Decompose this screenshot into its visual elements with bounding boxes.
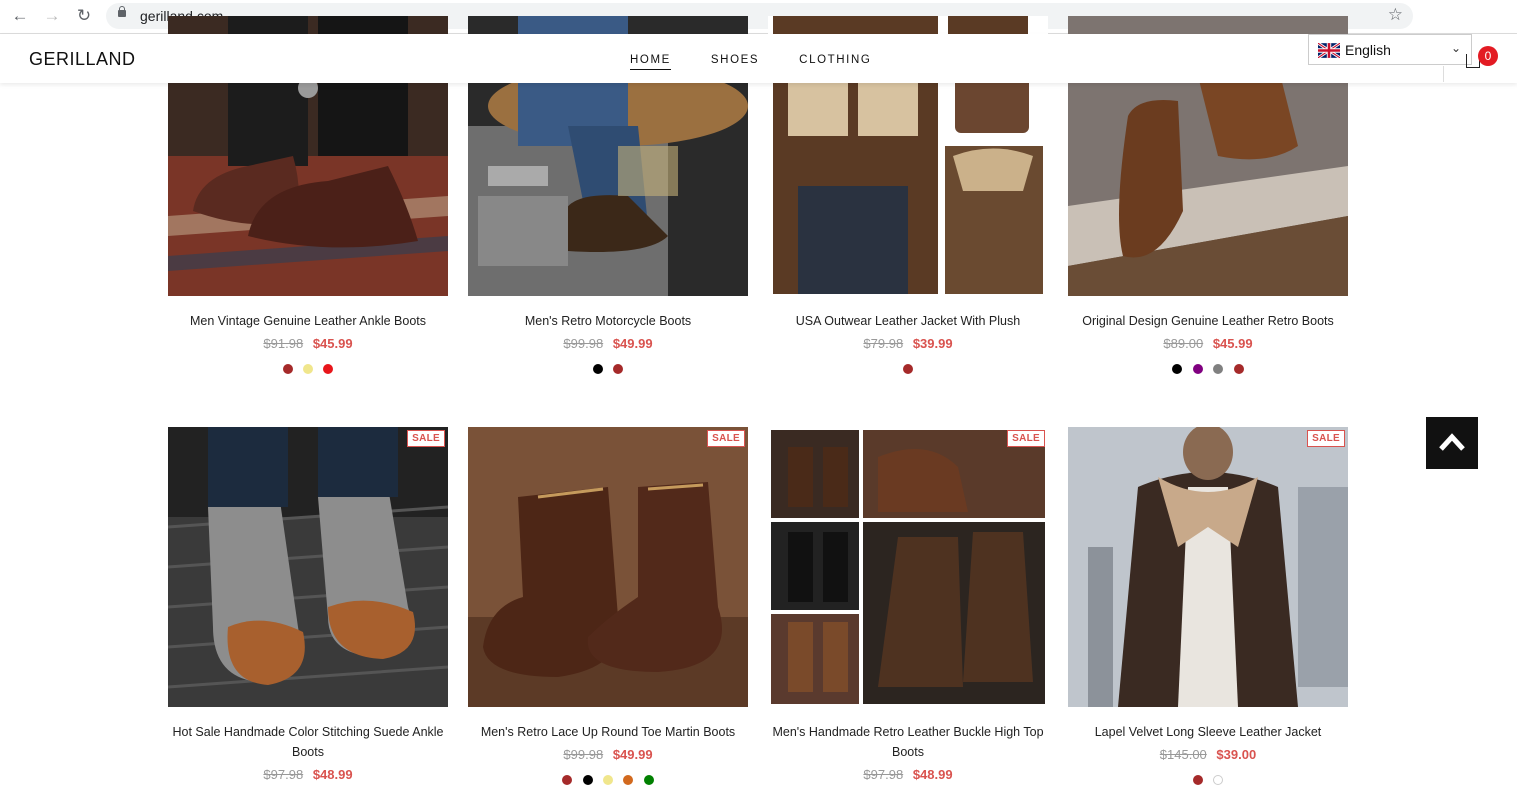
main-menu: HOME SHOES CLOTHING	[630, 54, 911, 70]
product-prices: $89.00 $45.99	[1068, 336, 1348, 351]
color-swatches	[468, 772, 748, 785]
color-swatch[interactable]	[603, 775, 613, 785]
product-prices: $145.00 $39.00	[1068, 747, 1348, 762]
color-swatch[interactable]	[1213, 364, 1224, 374]
product-prices: $97.98 $48.99	[168, 767, 448, 782]
sale-price: $45.99	[312, 336, 353, 351]
product-card[interactable]: SALE Hot Sale Handmade Color Stitching S…	[168, 427, 448, 782]
original-price: $91.98	[263, 336, 304, 351]
chevron-down-icon: ⌄	[1450, 41, 1461, 55]
color-swatch[interactable]	[303, 364, 313, 374]
forward-arrow-icon[interactable]: →	[42, 6, 62, 26]
lock-icon	[118, 6, 126, 17]
color-swatch[interactable]	[282, 364, 293, 374]
product-image[interactable]: SALE	[468, 427, 748, 707]
product-card[interactable]: SALE Lapel Velvet Long Sleeve Leather Ja…	[1068, 427, 1348, 785]
color-swatch[interactable]	[613, 364, 624, 374]
language-selector[interactable]: English ⌄	[1308, 34, 1472, 65]
product-title[interactable]: Men's Retro Motorcycle Boots	[468, 311, 748, 331]
divider	[1443, 66, 1444, 82]
product-title[interactable]: Hot Sale Handmade Color Stitching Suede …	[168, 722, 448, 762]
site-header: GERILLAND HOME SHOES CLOTHING English ⌄ …	[0, 34, 1517, 83]
product-prices: $79.98 $39.99	[768, 336, 1048, 351]
color-swatch[interactable]	[903, 364, 913, 374]
original-price: $99.98	[563, 747, 604, 762]
sale-price: $48.99	[912, 767, 953, 782]
color-swatch[interactable]	[592, 364, 603, 374]
sale-badge: SALE	[1307, 430, 1345, 447]
product-prices: $99.98 $49.99	[468, 747, 748, 762]
product-prices: $99.98 $49.99	[468, 336, 748, 351]
site-logo[interactable]: GERILLAND	[29, 49, 136, 70]
original-price: $97.98	[863, 767, 904, 782]
product-prices: $97.98 $48.99	[768, 767, 1048, 782]
product-title[interactable]: Men's Handmade Retro Leather Buckle High…	[768, 722, 1048, 762]
color-swatches	[768, 361, 1048, 374]
reload-icon[interactable]: ↻	[74, 6, 94, 26]
menu-item-shoes[interactable]: SHOES	[711, 54, 759, 70]
product-image[interactable]: SALE	[168, 427, 448, 707]
star-icon[interactable]: ☆	[1388, 5, 1403, 25]
product-title[interactable]: Original Design Genuine Leather Retro Bo…	[1068, 311, 1348, 331]
product-title[interactable]: Men's Retro Lace Up Round Toe Martin Boo…	[468, 722, 748, 742]
product-prices: $91.98 $45.99	[168, 336, 448, 351]
sale-price: $48.99	[312, 767, 353, 782]
color-swatches	[1068, 361, 1348, 374]
color-swatches	[1068, 772, 1348, 785]
product-card[interactable]: SALE Men's Handmade Retro Leather Buckle…	[768, 427, 1048, 782]
sale-price: $49.99	[612, 747, 653, 762]
color-swatch[interactable]	[1213, 775, 1224, 785]
product-image[interactable]: SALE	[768, 427, 1048, 707]
color-swatches	[468, 361, 748, 374]
color-swatch[interactable]	[562, 775, 573, 785]
back-arrow-icon[interactable]: ←	[10, 6, 30, 26]
color-swatches	[168, 361, 448, 374]
cart-count-badge: 0	[1478, 46, 1498, 66]
color-swatch[interactable]	[1233, 364, 1244, 374]
color-swatch[interactable]	[1192, 775, 1203, 785]
original-price: $79.98	[863, 336, 904, 351]
sale-price: $39.99	[912, 336, 953, 351]
sale-price: $39.00	[1216, 747, 1257, 762]
sale-badge: SALE	[407, 430, 445, 447]
product-title[interactable]: Lapel Velvet Long Sleeve Leather Jacket	[1068, 722, 1348, 742]
color-swatch[interactable]	[623, 775, 634, 785]
original-price: $89.00	[1163, 336, 1204, 351]
color-swatch[interactable]	[582, 775, 593, 785]
product-title[interactable]: Men Vintage Genuine Leather Ankle Boots	[168, 311, 448, 331]
sale-price: $45.99	[1212, 336, 1253, 351]
uk-flag-icon	[1318, 43, 1340, 58]
product-card[interactable]: SALE Men's Retro Lace Up Round Toe Marti…	[468, 427, 748, 785]
product-image[interactable]: SALE	[1068, 427, 1348, 707]
sale-price: $49.99	[612, 336, 653, 351]
sale-badge: SALE	[707, 430, 745, 447]
menu-item-home[interactable]: HOME	[630, 54, 671, 70]
original-price: $145.00	[1159, 747, 1207, 762]
chevron-up-icon	[1439, 433, 1465, 451]
original-price: $97.98	[263, 767, 304, 782]
color-swatch[interactable]	[643, 775, 654, 785]
back-to-top-button[interactable]	[1426, 417, 1478, 469]
product-title[interactable]: USA Outwear Leather Jacket With Plush	[768, 311, 1048, 331]
sale-badge: SALE	[1007, 430, 1045, 447]
language-label: English	[1345, 42, 1391, 58]
menu-item-clothing[interactable]: CLOTHING	[799, 54, 871, 70]
color-swatch[interactable]	[323, 364, 334, 374]
original-price: $99.98	[563, 336, 604, 351]
color-swatch[interactable]	[1192, 364, 1203, 374]
color-swatch[interactable]	[1172, 364, 1183, 374]
